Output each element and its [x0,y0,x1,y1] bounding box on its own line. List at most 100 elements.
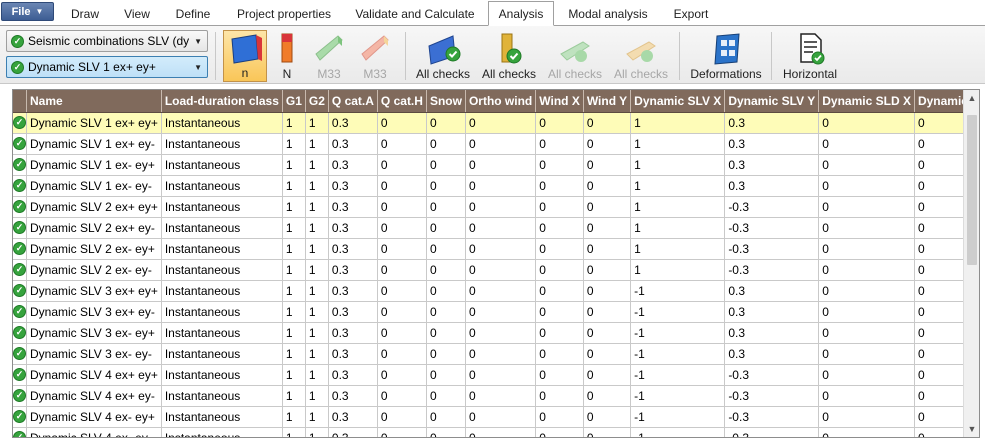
table-cell[interactable]: 0 [377,364,427,386]
table-cell[interactable]: 0 [377,133,427,155]
table-cell[interactable]: -1 [630,322,726,344]
all-checks-beam-button[interactable]: All checks [544,30,606,82]
tab-draw[interactable]: Draw [58,2,112,26]
table-cell[interactable]: 0.3 [328,322,378,344]
table-row[interactable]: ✓ Dynamic SLV 2 ex+ ey+ Instantaneous 1 1 0.3… [13,196,979,218]
table-cell[interactable]: 0 [583,364,632,386]
table-cell[interactable]: Dynamic SLV 2 ex- ey+ [26,238,162,260]
tab-modal-analysis[interactable]: Modal analysis [558,2,658,26]
table-cell[interactable]: Dynamic SLV 3 ex- ey+ [26,322,162,344]
table-cell[interactable]: 1 [630,217,726,239]
table-cell[interactable]: -1 [630,406,726,428]
table-cell[interactable]: Instantaneous [161,385,283,407]
table-cell[interactable]: Dynamic SLV 1 ex- ey- [26,175,162,197]
table-cell[interactable]: 0 [377,406,427,428]
table-cell[interactable]: 1 [305,385,329,407]
table-cell[interactable]: 1 [630,175,726,197]
tab-project-properties[interactable]: Project properties [224,2,344,26]
table-cell[interactable]: 0 [535,301,584,323]
table-row[interactable]: ✓ Dynamic SLV 1 ex+ ey- Instantaneous 1 1 0.3… [13,133,979,155]
table-cell[interactable]: 1 [305,280,329,302]
table-cell[interactable]: 0 [818,112,915,134]
table-cell[interactable]: 1 [282,280,306,302]
table-cell[interactable]: 0 [583,133,632,155]
table-cell[interactable]: -1 [630,301,726,323]
table-cell[interactable]: 0.3 [328,406,378,428]
table-cell[interactable]: 0 [818,259,915,281]
table-cell[interactable]: 0 [583,259,632,281]
table-row[interactable]: ✓ Dynamic SLV 3 ex- ey+ Instantaneous 1 1 0.3… [13,322,979,344]
table-cell[interactable]: 0 [535,217,584,239]
table-cell[interactable]: 0 [583,217,632,239]
table-cell[interactable]: 0.3 [724,280,820,302]
table-cell[interactable]: 0 [583,406,632,428]
table-cell[interactable]: 0 [583,301,632,323]
table-cell[interactable]: 0 [465,133,537,155]
table-cell[interactable]: Dynamic SLV 1 ex- ey+ [26,154,162,176]
scrollbar-thumb[interactable] [967,115,977,265]
table-cell[interactable]: 0.3 [724,133,820,155]
table-cell[interactable]: 0 [818,175,915,197]
table-cell[interactable]: 0 [426,364,466,386]
table-cell[interactable]: -0.3 [724,364,820,386]
column-header-q-cat-h[interactable]: Q cat.H [377,90,427,113]
table-cell[interactable]: 0 [426,280,466,302]
table-cell[interactable]: 0 [426,196,466,218]
column-header-snow[interactable]: Snow [426,90,466,113]
table-row[interactable]: ✓ Dynamic SLV 4 ex+ ey+ Instantaneous 1 1 0.3… [13,364,979,386]
table-cell[interactable]: 0 [818,301,915,323]
column-header-q-cat-a[interactable]: Q cat.A [328,90,378,113]
table-cell[interactable]: -0.3 [724,196,820,218]
table-cell[interactable]: 0 [535,322,584,344]
tab-view[interactable]: View [112,2,162,26]
table-row[interactable]: ✓ Dynamic SLV 2 ex- ey- Instantaneous 1 1 0.3… [13,259,979,281]
table-cell[interactable]: 0 [535,427,584,437]
table-cell[interactable]: 0 [377,217,427,239]
table-cell[interactable]: 0 [583,343,632,365]
table-cell[interactable]: 0 [818,427,915,437]
table-cell[interactable]: 0.3 [328,112,378,134]
table-cell[interactable]: 0.3 [328,343,378,365]
table-cell[interactable]: 1 [282,322,306,344]
table-cell[interactable]: Instantaneous [161,196,283,218]
table-cell[interactable]: 0 [535,385,584,407]
table-cell[interactable]: 1 [305,364,329,386]
table-cell[interactable]: Instantaneous [161,280,283,302]
table-cell[interactable]: 0 [535,154,584,176]
table-cell[interactable]: -0.3 [724,427,820,437]
column-header-wind-x[interactable]: Wind X [535,90,584,113]
table-row[interactable]: ✓ Dynamic SLV 2 ex- ey+ Instantaneous 1 1 0.3… [13,238,979,260]
table-cell[interactable]: 0 [377,343,427,365]
table-cell[interactable]: 0 [377,322,427,344]
table-cell[interactable]: 0 [535,175,584,197]
table-cell[interactable]: 0 [465,322,537,344]
table-cell[interactable]: 0 [426,322,466,344]
table-cell[interactable]: 1 [282,238,306,260]
table-cell[interactable]: 0.3 [328,280,378,302]
table-cell[interactable]: 0 [377,301,427,323]
table-cell[interactable]: Instantaneous [161,364,283,386]
table-cell[interactable]: -1 [630,427,726,437]
table-cell[interactable]: 0 [465,343,537,365]
table-cell[interactable]: 1 [282,196,306,218]
table-cell[interactable]: 0 [818,238,915,260]
table-cell[interactable]: 1 [282,112,306,134]
axial-n-button[interactable]: N [272,30,302,82]
table-cell[interactable]: Dynamic SLV 1 ex+ ey+ [26,112,162,134]
table-cell[interactable]: 0 [465,406,537,428]
table-cell[interactable]: 0 [818,343,915,365]
table-row[interactable]: ✓ Dynamic SLV 2 ex+ ey- Instantaneous 1 1 0.3… [13,217,979,239]
table-cell[interactable]: Instantaneous [161,322,283,344]
table-cell[interactable]: Instantaneous [161,259,283,281]
tab-validate-and-calculate[interactable]: Validate and Calculate [344,2,486,26]
table-cell[interactable]: -1 [630,385,726,407]
table-cell[interactable]: 0 [818,406,915,428]
table-cell[interactable]: 0 [583,385,632,407]
table-cell[interactable]: 0 [465,364,537,386]
table-cell[interactable]: 0 [535,280,584,302]
table-cell[interactable]: Dynamic SLV 4 ex- ey- [26,427,162,437]
combination-group-select[interactable]: ✓ Seismic combinations SLV (dy ▼ [6,30,208,52]
table-row[interactable]: ✓ Dynamic SLV 4 ex+ ey- Instantaneous 1 1 0.3… [13,385,979,407]
table-cell[interactable]: 1 [282,301,306,323]
column-header-g2[interactable]: G2 [305,90,329,113]
